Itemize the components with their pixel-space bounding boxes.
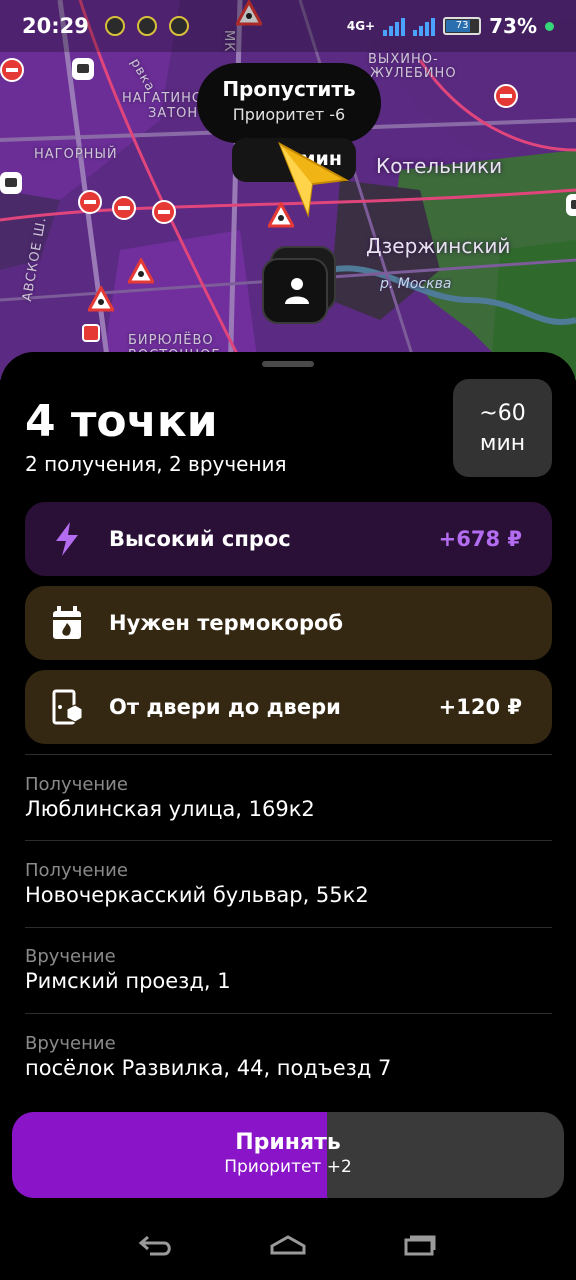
duration-unit: мин xyxy=(479,431,526,456)
map-label-vykhino: ВЫХИНО- xyxy=(368,52,439,67)
thermobox-icon xyxy=(51,605,83,641)
map-label-kotelniki: Котельники xyxy=(376,154,503,178)
camera-icon xyxy=(72,58,94,80)
tag-label: От двери до двери xyxy=(109,695,341,719)
accept-priority: Приоритет +2 xyxy=(224,1157,352,1177)
recents-icon[interactable] xyxy=(398,1230,442,1260)
stop-address: посёлок Развилка, 44, подъезд 7 xyxy=(25,1056,392,1080)
stop-kind: Получение xyxy=(25,860,128,881)
no-entry-icon xyxy=(112,196,136,220)
status-system: 4G+ 73 73% xyxy=(347,14,554,38)
map-label-zaton: ЗАТОН xyxy=(148,106,199,121)
order-sheet: 4 точки 2 получения, 2 вручения ~60 мин … xyxy=(0,352,576,1280)
map-label-birulevo: БИРЮЛЁВО xyxy=(128,333,214,348)
network-type: 4G+ xyxy=(346,19,376,33)
accept-title: Принять xyxy=(235,1130,341,1155)
duration-box: ~60 мин xyxy=(453,379,552,477)
stop-address: Люблинская улица, 169к2 xyxy=(25,797,315,821)
tag-label: Нужен термокороб xyxy=(109,611,344,635)
delivery-pin[interactable] xyxy=(262,246,336,330)
battery-percent: 73% xyxy=(489,14,537,38)
route-stop[interactable]: Получение Люблинская улица, 169к2 xyxy=(25,774,552,821)
sheet-grabber[interactable] xyxy=(262,361,314,367)
tag-high-demand[interactable]: Высокий спрос +678 ₽ xyxy=(25,502,552,576)
skip-priority: Приоритет -6 xyxy=(232,105,346,124)
no-entry-icon xyxy=(78,190,102,214)
status-bar: 20:29 4G+ 73 73% xyxy=(0,0,576,52)
status-time: 20:29 xyxy=(22,14,89,38)
divider xyxy=(25,840,552,841)
person-icon xyxy=(285,278,309,304)
system-nav-bar xyxy=(0,1210,576,1280)
battery-icon: 73 xyxy=(443,17,482,35)
map-label-zhulebino: ЖУЛЕБИНО xyxy=(370,66,457,81)
camera-icon xyxy=(566,194,576,216)
privacy-dot-icon xyxy=(545,21,554,31)
battery-level: 73 xyxy=(455,20,469,31)
tag-bonus: +678 ₽ xyxy=(438,527,522,551)
home-icon[interactable] xyxy=(266,1230,310,1260)
stop-kind: Получение xyxy=(25,774,128,795)
no-entry-icon xyxy=(0,58,24,82)
tag-bonus: +120 ₽ xyxy=(438,695,522,719)
duration-value: ~60 xyxy=(479,401,526,426)
roadworks-icon xyxy=(128,258,154,284)
map-label-dzerzhinsky: Дзержинский xyxy=(366,234,511,258)
route-stop[interactable]: Вручение посёлок Развилка, 44, подъезд 7 xyxy=(25,1033,552,1080)
signal-icon xyxy=(413,16,436,36)
notification-icon xyxy=(136,16,157,36)
parking-paid-icon xyxy=(82,324,100,342)
roadworks-icon xyxy=(88,286,114,312)
skip-bubble[interactable]: Пропустить Приоритет -6 xyxy=(197,63,381,143)
map-label-nagorny: НАГОРНЫЙ xyxy=(34,147,118,162)
stop-kind: Вручение xyxy=(25,1033,116,1054)
accept-button[interactable]: Принять Приоритет +2 xyxy=(12,1112,564,1198)
map-label-nagatino: НАГАТИНО xyxy=(122,91,204,106)
door-icon xyxy=(51,689,83,725)
notification-icon xyxy=(104,16,125,36)
order-title: 4 точки xyxy=(25,396,218,447)
back-icon[interactable] xyxy=(134,1230,178,1260)
pin-card-front xyxy=(262,258,328,324)
tag-thermobox[interactable]: Нужен термокороб xyxy=(25,586,552,660)
map-view[interactable]: ВЫХИНО- ЖУЛЕБИНО НАГАТИНО ЗАТОН НАГОРНЫЙ… xyxy=(0,0,576,380)
stop-address: Новочеркасский бульвар, 55к2 xyxy=(25,883,369,907)
stop-address: Римский проезд, 1 xyxy=(25,969,231,993)
status-notifications xyxy=(104,16,189,36)
divider xyxy=(25,1013,552,1014)
tag-door-to-door[interactable]: От двери до двери +120 ₽ xyxy=(25,670,552,744)
map-label-moskva-river: р. Москва xyxy=(380,276,452,292)
navigation-arrow-icon xyxy=(278,141,350,218)
accept-text: Принять Приоритет +2 xyxy=(12,1130,564,1177)
stop-kind: Вручение xyxy=(25,946,116,967)
no-entry-icon xyxy=(494,84,518,108)
route-stop[interactable]: Вручение Римский проезд, 1 xyxy=(25,946,552,993)
signal-icon xyxy=(383,16,406,36)
order-subtitle: 2 получения, 2 вручения xyxy=(25,452,287,476)
skip-title: Пропустить xyxy=(222,77,356,101)
notification-icon xyxy=(168,16,189,36)
route-stop[interactable]: Получение Новочеркасский бульвар, 55к2 xyxy=(25,860,552,907)
divider xyxy=(25,927,552,928)
camera-icon xyxy=(0,172,22,194)
divider xyxy=(25,754,552,755)
tag-label: Высокий спрос xyxy=(109,527,291,551)
no-entry-icon xyxy=(152,200,176,224)
lightning-icon xyxy=(51,521,83,557)
